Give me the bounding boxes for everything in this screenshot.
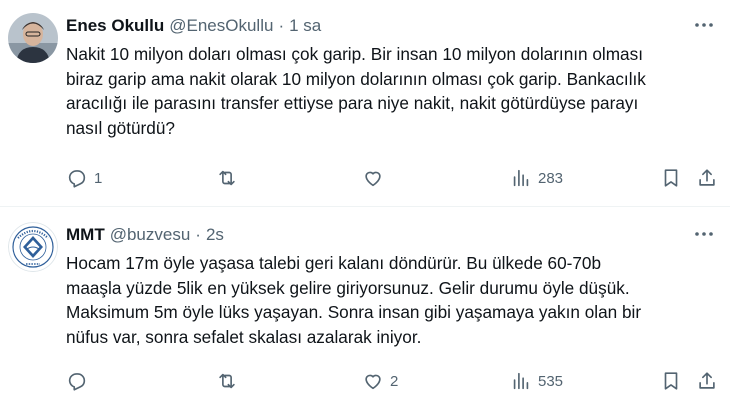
- action-bar: 2 535: [66, 368, 720, 394]
- more-icon[interactable]: [692, 15, 716, 35]
- reply-count: 1: [94, 169, 103, 187]
- avatar-photo: [8, 13, 58, 63]
- tweet-content: MMT @buzvesu · 2s Hocam 17m öyle yaşasa …: [66, 222, 720, 391]
- separator: ·: [195, 225, 201, 244]
- views-button[interactable]: 283: [510, 167, 563, 189]
- reply-button[interactable]: 1: [66, 167, 102, 189]
- share-icon: [699, 169, 715, 186]
- author-name[interactable]: Enes Okullu: [66, 16, 164, 36]
- action-bar: 1 283: [66, 165, 720, 191]
- tweet-content: Enes Okullu @EnesOkullu · 1 sa Nakit 10 …: [66, 13, 720, 188]
- share-button[interactable]: [696, 370, 718, 392]
- like-button[interactable]: 2: [362, 370, 398, 392]
- like-icon: [365, 374, 381, 390]
- tweet-header: MMT @buzvesu · 2s: [66, 222, 720, 248]
- bookmark-icon: [664, 169, 678, 187]
- avatar[interactable]: [8, 222, 58, 272]
- author-name[interactable]: MMT: [66, 225, 105, 245]
- like-count: 2: [390, 372, 399, 390]
- reply-button[interactable]: [66, 370, 94, 392]
- reply-icon: [68, 373, 86, 391]
- author-handle[interactable]: @buzvesu: [110, 225, 191, 245]
- timestamp[interactable]: 1 sa: [289, 16, 321, 36]
- more-icon[interactable]: [692, 224, 716, 244]
- tweet-text: Nakit 10 milyon doları olması çok garip.…: [66, 44, 646, 138]
- author-handle[interactable]: @EnesOkullu: [169, 16, 273, 36]
- bookmark-button[interactable]: [660, 370, 682, 392]
- views-button[interactable]: 535: [510, 370, 563, 392]
- like-icon: [365, 171, 381, 187]
- tweet[interactable]: Enes Okullu @EnesOkullu · 1 sa Nakit 10 …: [0, 0, 730, 207]
- avatar[interactable]: [8, 13, 58, 63]
- university-seal-avatar: [8, 222, 58, 272]
- bookmark-button[interactable]: [660, 167, 682, 189]
- view-count: 283: [538, 169, 564, 187]
- retweet-button[interactable]: [216, 167, 244, 189]
- share-button[interactable]: [696, 167, 718, 189]
- retweet-icon: [219, 170, 235, 186]
- share-icon: [699, 372, 715, 389]
- separator: ·: [278, 16, 285, 35]
- views-icon: [513, 169, 529, 187]
- retweet-icon: [219, 373, 235, 389]
- retweet-button[interactable]: [216, 370, 244, 392]
- tweet[interactable]: MMT @buzvesu · 2s Hocam 17m öyle yaşasa …: [0, 207, 730, 420]
- view-count: 535: [538, 372, 564, 390]
- tweet-text: Hocam 17m öyle yaşasa talebi geri kalanı…: [66, 253, 642, 347]
- bookmark-icon: [664, 372, 678, 390]
- like-button[interactable]: [362, 167, 390, 189]
- timestamp[interactable]: 2s: [206, 225, 224, 245]
- tweet-header: Enes Okullu @EnesOkullu · 1 sa: [66, 13, 720, 39]
- views-icon: [513, 372, 529, 390]
- reply-icon: [68, 170, 86, 188]
